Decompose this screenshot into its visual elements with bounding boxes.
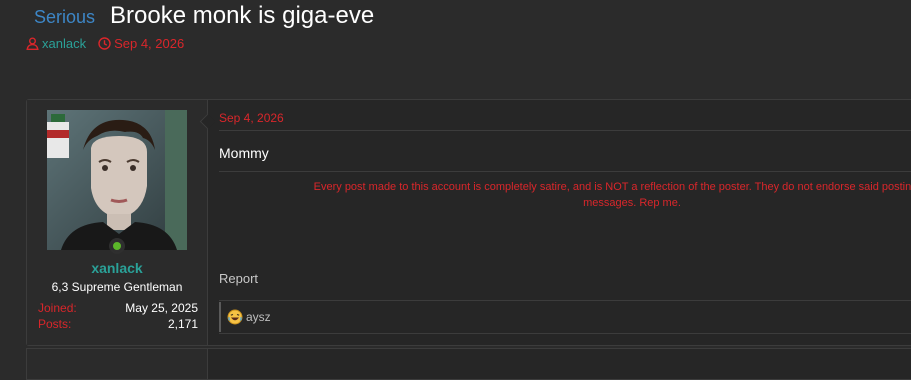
next-post-user-cell — [27, 349, 208, 379]
reactions-users[interactable]: aysz — [246, 310, 271, 324]
report-link[interactable]: Report — [219, 271, 258, 286]
stat-joined: Joined: May 25, 2025 — [38, 301, 198, 315]
divider — [219, 130, 911, 131]
thread-author-link[interactable]: xanlack — [42, 36, 86, 51]
signature-line: messages. Rep me. — [583, 197, 681, 209]
thread-header: Serious Brooke monk is giga-eve — [34, 2, 374, 32]
thread-meta: xanlack Sep 4, 2026 — [26, 36, 184, 51]
stat-posts-value: 2,171 — [167, 317, 198, 331]
signature: Every post made to this account is compl… — [219, 179, 911, 211]
laughing-emoji-icon — [227, 309, 243, 325]
stat-posts-label: Posts: — [38, 317, 72, 331]
user-title: 6,3 Supreme Gentleman — [51, 280, 183, 294]
post-body: Mommy — [219, 145, 269, 161]
thread-title: Brooke monk is giga-eve — [110, 2, 375, 29]
divider — [219, 171, 911, 172]
thread-prefix[interactable]: Serious — [34, 7, 95, 28]
next-post — [26, 348, 911, 380]
thread-date-link[interactable]: Sep 4, 2026 — [114, 36, 184, 51]
divider — [219, 300, 911, 301]
stat-posts: Posts: 2,171 — [38, 317, 198, 331]
reactions-bar[interactable]: aysz — [219, 302, 911, 332]
post: xanlack 6,3 Supreme Gentleman Joined: Ma… — [26, 99, 911, 346]
clock-icon — [98, 37, 111, 50]
stat-joined-label: Joined: — [38, 301, 77, 315]
post-username[interactable]: xanlack — [27, 260, 207, 276]
avatar[interactable] — [47, 110, 187, 250]
user-icon — [26, 37, 39, 50]
post-date-link[interactable]: Sep 4, 2026 — [219, 111, 284, 125]
stat-joined-value: May 25, 2025 — [125, 301, 198, 315]
signature-line: Every post made to this account is compl… — [313, 181, 911, 193]
online-indicator-icon — [109, 238, 125, 254]
post-user-cell: xanlack 6,3 Supreme Gentleman Joined: Ma… — [27, 100, 208, 345]
divider — [219, 333, 911, 334]
